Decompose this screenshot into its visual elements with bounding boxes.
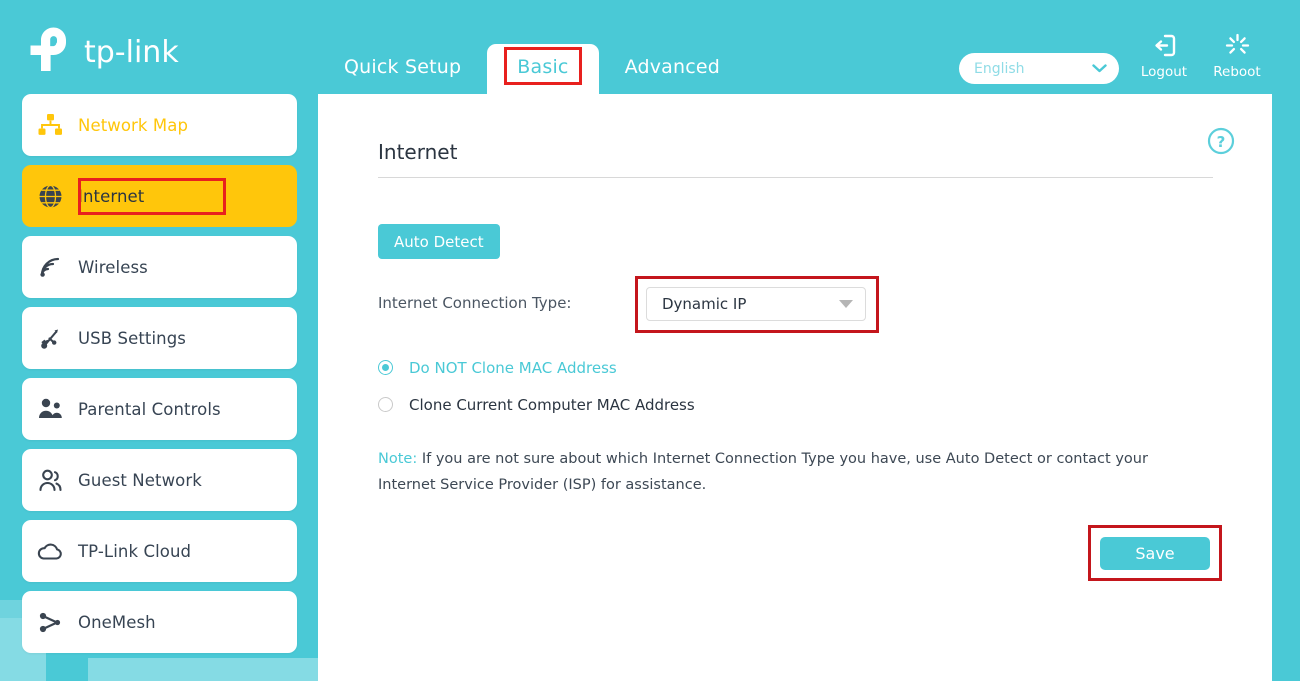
sidebar-item-wireless-label: Wireless — [78, 257, 148, 277]
sitemap-icon — [22, 114, 78, 136]
tp-link-logo-icon: tp-link — [22, 24, 202, 74]
save-area: Save — [1088, 525, 1222, 581]
sidebar-item-usb-settings-label: USB Settings — [78, 328, 186, 348]
mac-clone-radio-group: Do NOT Clone MAC Address Clone Current C… — [378, 349, 695, 423]
cloud-icon — [22, 542, 78, 561]
auto-detect-button[interactable]: Auto Detect — [378, 224, 500, 259]
radio-indicator — [378, 360, 393, 375]
note-body: If you are not sure about which Internet… — [378, 451, 1148, 493]
brand-name: tp-link — [84, 35, 179, 70]
page-title: Internet — [378, 140, 458, 164]
sidebar-item-parental-controls[interactable]: Parental Controls — [22, 378, 297, 440]
radio-clone-current-mac-label: Clone Current Computer MAC Address — [409, 395, 695, 414]
title-divider — [378, 177, 1213, 178]
reboot-button[interactable]: Reboot — [1205, 30, 1269, 80]
logout-label: Logout — [1140, 64, 1188, 80]
tab-advanced-label: Advanced — [624, 56, 721, 78]
language-select[interactable]: English — [959, 53, 1119, 84]
logout-button[interactable]: Logout — [1132, 30, 1196, 80]
svg-text:?: ? — [1217, 133, 1226, 151]
save-button[interactable]: Save — [1100, 537, 1210, 570]
logout-icon — [1132, 30, 1196, 60]
connection-type-select[interactable]: Dynamic IP — [646, 287, 866, 321]
globe-icon — [22, 184, 78, 209]
parent-child-icon — [22, 398, 78, 420]
sidebar-item-tp-link-cloud-label: TP-Link Cloud — [78, 541, 192, 561]
router-admin-window: tp-link Quick Setup Basic Advanced Engli… — [0, 0, 1300, 681]
connection-type-value: Dynamic IP — [662, 295, 747, 313]
sidebar: Network Map Internet Wireless USB Settin… — [0, 94, 318, 681]
sidebar-item-internet[interactable]: Internet — [22, 165, 297, 227]
triangle-down-icon — [839, 300, 853, 308]
tab-advanced[interactable]: Advanced — [599, 44, 746, 94]
sidebar-item-tp-link-cloud[interactable]: TP-Link Cloud — [22, 520, 297, 582]
question-circle-icon[interactable]: ? — [1207, 127, 1235, 155]
wifi-signal-icon — [22, 255, 78, 279]
reboot-icon — [1205, 30, 1269, 60]
two-people-icon — [22, 469, 78, 492]
sidebar-item-guest-network[interactable]: Guest Network — [22, 449, 297, 511]
sidebar-item-network-map[interactable]: Network Map — [22, 94, 297, 156]
usb-icon — [22, 326, 78, 350]
radio-do-not-clone-mac[interactable]: Do NOT Clone MAC Address — [378, 349, 695, 386]
sidebar-item-parental-controls-label: Parental Controls — [78, 399, 221, 419]
note-text: Note: If you are not sure about which In… — [378, 446, 1198, 498]
sidebar-item-usb-settings[interactable]: USB Settings — [22, 307, 297, 369]
sidebar-item-wireless[interactable]: Wireless — [22, 236, 297, 298]
connection-type-label: Internet Connection Type: — [378, 294, 572, 312]
main-nav-tabs: Quick Setup Basic Advanced — [318, 44, 746, 94]
connection-type-row: Internet Connection Type: Dynamic IP — [378, 276, 1213, 333]
radio-do-not-clone-mac-label: Do NOT Clone MAC Address — [409, 358, 617, 377]
tab-quick-setup-label: Quick Setup — [344, 56, 462, 78]
note-keyword: Note: — [378, 451, 418, 467]
sidebar-item-network-map-label: Network Map — [78, 115, 189, 135]
mesh-node-icon — [22, 611, 78, 634]
tab-basic-label: Basic — [504, 47, 582, 85]
radio-indicator — [378, 397, 393, 412]
language-select-value: English — [974, 60, 1025, 77]
chevron-down-icon — [1092, 64, 1107, 73]
sidebar-item-onemesh[interactable]: OneMesh — [22, 591, 297, 653]
sidebar-item-internet-label: Internet — [78, 186, 145, 206]
tab-quick-setup[interactable]: Quick Setup — [318, 44, 487, 94]
radio-clone-current-mac[interactable]: Clone Current Computer MAC Address — [378, 386, 695, 423]
tab-basic[interactable]: Basic — [487, 44, 599, 94]
content-panel: Internet ? Auto Detect Internet Connecti… — [318, 94, 1272, 681]
sidebar-item-guest-network-label: Guest Network — [78, 470, 202, 490]
reboot-label: Reboot — [1213, 64, 1261, 80]
sidebar-item-onemesh-label: OneMesh — [78, 612, 156, 632]
